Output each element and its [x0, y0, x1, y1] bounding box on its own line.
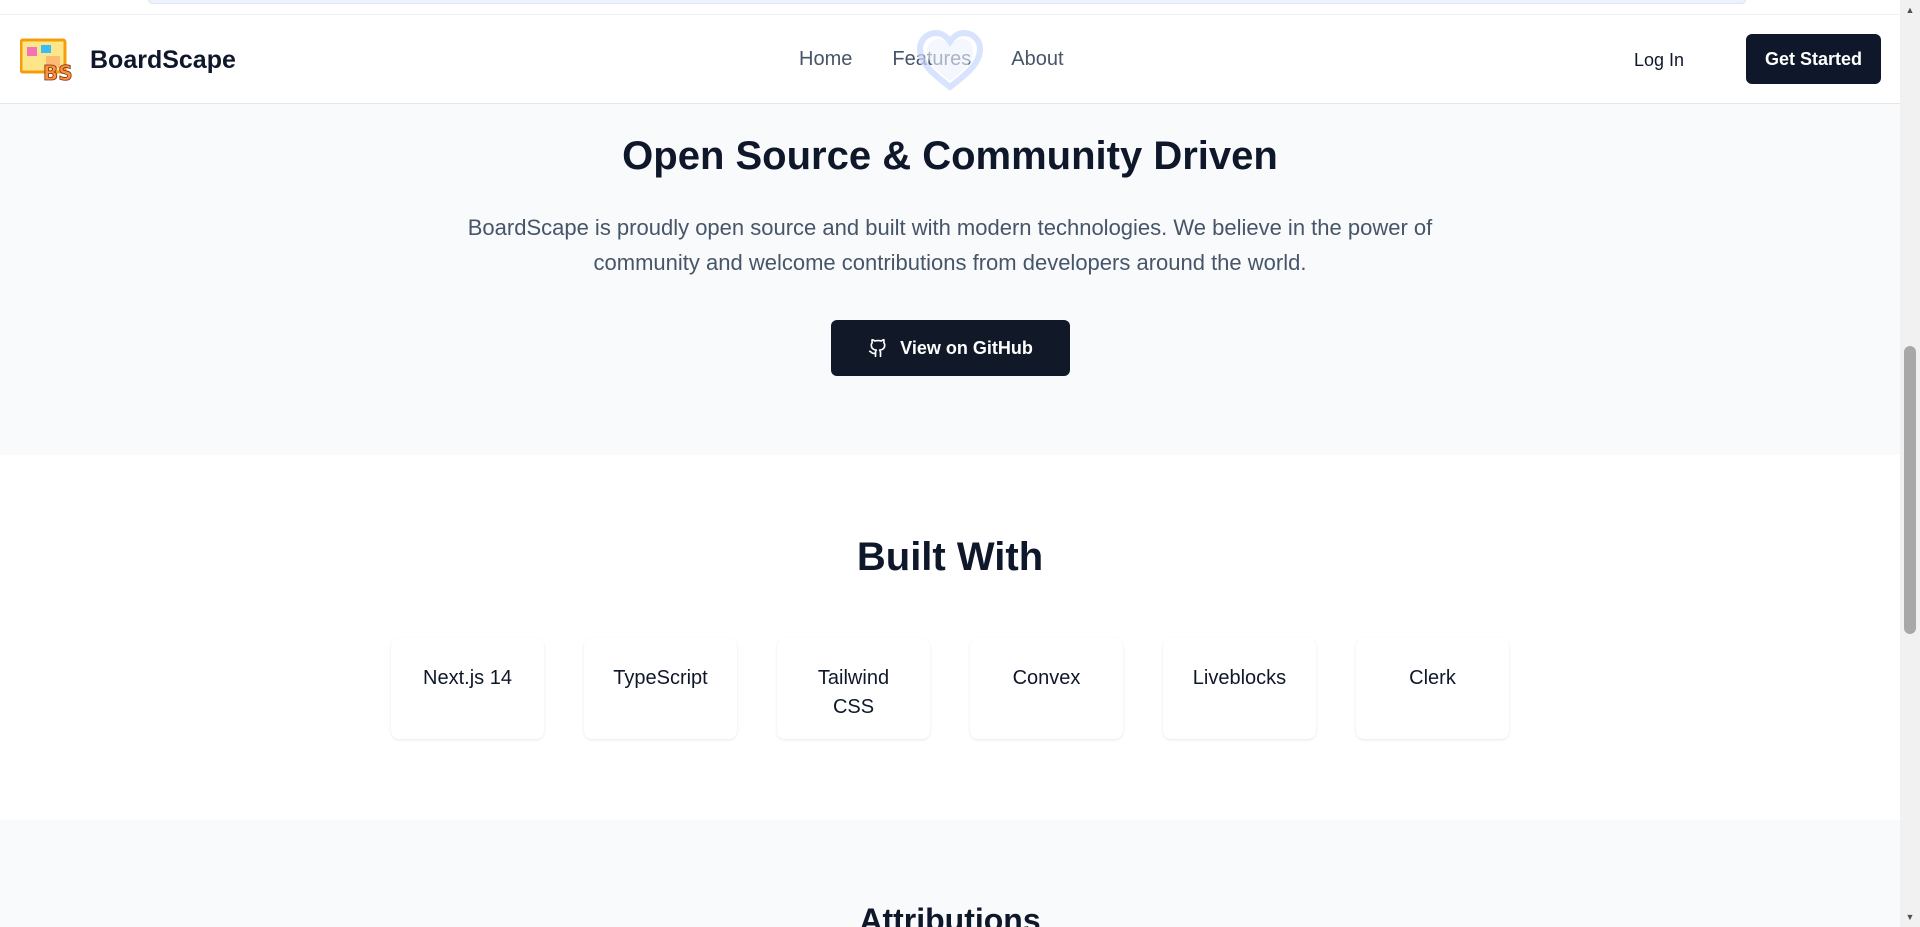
open-source-title: Open Source & Community Driven — [622, 134, 1278, 178]
tech-card-typescript: TypeScript — [584, 638, 737, 739]
scroll-down-arrow-icon[interactable]: ▼ — [1904, 911, 1916, 923]
attributions-title: Attributions — [859, 902, 1041, 927]
tech-card-liveblocks: Liveblocks — [1163, 638, 1316, 739]
brand-name: BoardScape — [90, 45, 236, 74]
tech-card-nextjs: Next.js 14 — [391, 638, 544, 739]
nav-home[interactable]: Home — [799, 48, 852, 71]
get-started-button[interactable]: Get Started — [1746, 34, 1881, 84]
open-source-description: BoardScape is proudly open source and bu… — [467, 215, 1433, 275]
login-button[interactable]: Log In — [1634, 50, 1684, 71]
attributions-section: Attributions — [0, 820, 1900, 927]
site-header: BS BoardScape Home Features About Log In… — [0, 14, 1900, 104]
built-with-section: Built With Next.js 14 TypeScript Tailwin… — [0, 455, 1900, 820]
page: BS BoardScape Home Features About Log In… — [0, 0, 1920, 927]
open-source-section: Open Source & Community Driven BoardScap… — [0, 104, 1900, 455]
card-edge — [148, 0, 1746, 4]
github-button-label: View on GitHub — [900, 337, 1033, 358]
github-icon — [868, 338, 886, 358]
view-on-github-button[interactable]: View on GitHub — [831, 320, 1070, 376]
tech-card-clerk: Clerk — [1356, 638, 1509, 739]
nav-about[interactable]: About — [1011, 48, 1063, 71]
page-scrollbar[interactable]: ▲ ▼ — [1900, 0, 1920, 927]
logo-letters: BS — [43, 61, 73, 83]
tech-card-convex: Convex — [970, 638, 1123, 739]
scroll-thumb[interactable] — [1904, 346, 1916, 634]
tech-card-tailwind: Tailwind CSS — [777, 638, 930, 739]
brand[interactable]: BS BoardScape — [19, 37, 236, 85]
heart-glow-icon — [916, 29, 984, 91]
scroll-up-arrow-icon[interactable]: ▲ — [1904, 4, 1916, 16]
built-with-title: Built With — [856, 535, 1044, 579]
boardscape-logo-icon: BS — [19, 37, 78, 85]
